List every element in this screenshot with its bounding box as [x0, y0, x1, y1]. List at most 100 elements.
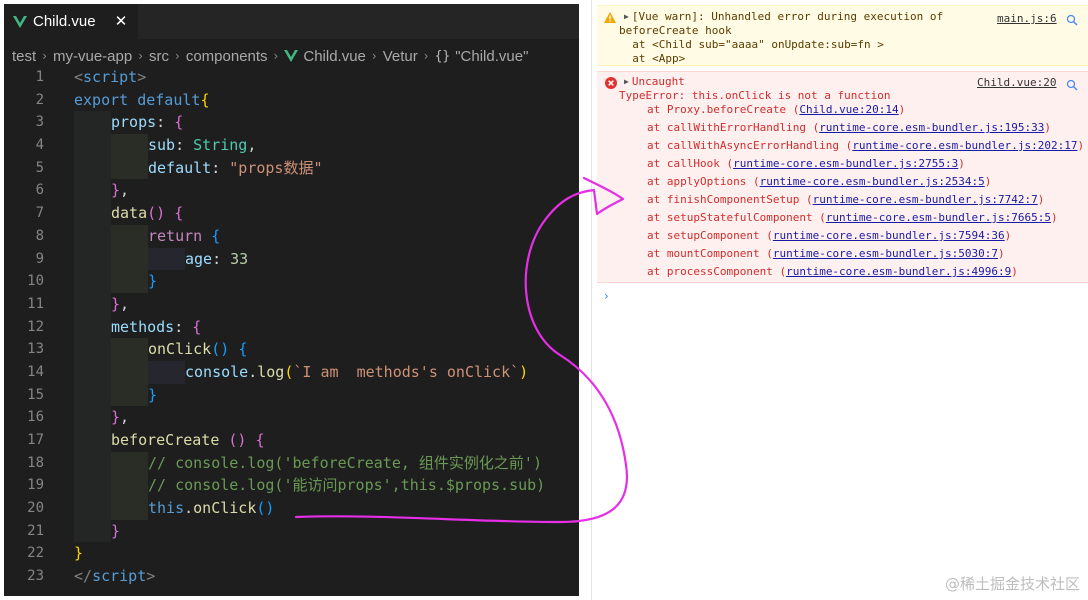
- code-line[interactable]: 11},: [4, 292, 579, 316]
- code-line[interactable]: 18 // console.log('beforeCreate, 组件实例化之前'…: [4, 451, 579, 475]
- stack-frame-link[interactable]: runtime-core.esm-bundler.js:202:17: [852, 139, 1077, 152]
- code-line[interactable]: 7 data() {: [4, 202, 579, 225]
- code-line[interactable]: 4 sub: String,: [4, 134, 579, 157]
- code-token: {: [200, 90, 210, 109]
- code-line[interactable]: 23 </script>: [4, 565, 579, 588]
- close-icon[interactable]: ✕: [111, 11, 131, 31]
- watermark: @稀土掘金技术社区: [944, 575, 1080, 593]
- code-area[interactable]: 1 <script> 2 export default{3 props: {4 sub: …: [4, 66, 579, 588]
- indent-guide: [74, 474, 111, 498]
- code-token: </: [74, 567, 93, 586]
- stack-frame: at processComponent (runtime-core.esm-bu…: [647, 265, 1018, 279]
- code-line[interactable]: 6},: [4, 179, 579, 203]
- indent-guide: [74, 497, 111, 520]
- code-token: props: [111, 113, 157, 132]
- code-line[interactable]: 8 return {: [4, 224, 579, 248]
- breadcrumb-item[interactable]: Child.vue: [303, 48, 366, 65]
- breadcrumb-item[interactable]: Vetur: [383, 48, 418, 65]
- warning-line-2: beforeCreate hook: [619, 24, 732, 37]
- indent-guide: [111, 360, 148, 384]
- stack-frame-link[interactable]: runtime-core.esm-bundler.js:7742:7: [813, 193, 1038, 206]
- code-text: <script>: [74, 66, 146, 89]
- code-line[interactable]: 5 default: "props数据": [4, 156, 579, 180]
- console-prompt[interactable]: ›: [604, 289, 609, 303]
- code-token: log: [257, 362, 285, 381]
- code-token: data: [111, 204, 148, 223]
- code-line[interactable]: 10}: [4, 270, 579, 293]
- code-line[interactable]: 20 this.onClick(): [4, 497, 579, 520]
- indent-guide: [111, 338, 148, 361]
- code-line[interactable]: 12 methods: {: [4, 315, 579, 339]
- code-line[interactable]: 17 beforeCreate () {: [4, 429, 579, 452]
- tab-label: Child.vue: [33, 13, 96, 30]
- indent-guide: [74, 224, 111, 248]
- warning-source-link[interactable]: main.js:6: [997, 12, 1057, 26]
- code-line[interactable]: 9 age: 33: [4, 247, 579, 271]
- line-number: 3: [35, 114, 44, 131]
- stack-frame-paren: ): [1077, 139, 1085, 152]
- code-line[interactable]: 16},: [4, 406, 579, 429]
- code-token: "props数据": [229, 158, 323, 177]
- symbol-braces-icon: {}: [434, 48, 451, 64]
- chevron-right-icon: ›: [42, 49, 47, 63]
- breadcrumb-item[interactable]: test: [12, 48, 36, 65]
- expand-triangle-icon[interactable]: ▶: [624, 12, 629, 21]
- stack-frame-paren: ): [998, 247, 1005, 260]
- code-line[interactable]: 1 <script>: [4, 66, 579, 89]
- indent-guide: [111, 247, 148, 271]
- stack-frame-link[interactable]: runtime-core.esm-bundler.js:2755:3: [733, 157, 958, 170]
- stack-frame-function: at mountComponent (: [647, 247, 773, 260]
- stack-frame-link[interactable]: runtime-core.esm-bundler.js:5030:7: [773, 247, 998, 260]
- code-line[interactable]: 14 console.log(`I am methods's onClick`): [4, 360, 579, 384]
- indent-guide: [74, 270, 111, 293]
- code-token: ,: [120, 294, 130, 313]
- indent-guide: [74, 429, 111, 452]
- code-text: this.onClick(): [148, 497, 274, 520]
- code-token: .: [184, 499, 194, 518]
- code-token: ,: [120, 408, 130, 427]
- search-icon[interactable]: [1066, 79, 1078, 91]
- devtools-console[interactable]: ▶ [Vue warn]: Unhandled error during exec…: [591, 0, 1088, 600]
- code-token: sub: [148, 136, 176, 155]
- code-line[interactable]: 19 // console.log('能访问props',this.$props.…: [4, 474, 579, 498]
- breadcrumb-item[interactable]: components: [186, 48, 268, 65]
- indent-guide: [111, 383, 148, 407]
- stack-frame-link[interactable]: runtime-core.esm-bundler.js:7665:5: [826, 211, 1051, 224]
- tab-child-vue[interactable]: Child.vue ✕: [4, 4, 138, 39]
- code-line[interactable]: 15}: [4, 383, 579, 407]
- indent-guide: [74, 156, 111, 180]
- stack-frame-link[interactable]: runtime-core.esm-bundler.js:195:33: [819, 121, 1044, 134]
- stack-frame-paren: ): [984, 175, 992, 188]
- code-editor[interactable]: Child.vue ✕ test › my-vue-app › src › componen…: [4, 4, 579, 596]
- error-source-link[interactable]: Child.vue:20: [977, 76, 1056, 90]
- line-number: 22: [27, 545, 44, 562]
- line-number: 4: [35, 137, 44, 154]
- stack-frame-function: at setupStatefulComponent (: [647, 211, 826, 224]
- stack-frame-link[interactable]: runtime-core.esm-bundler.js:7594:36: [773, 229, 1005, 242]
- breadcrumb-item[interactable]: my-vue-app: [53, 48, 132, 65]
- stack-frame-link[interactable]: runtime-core.esm-bundler.js:2534:5: [760, 175, 985, 188]
- code-line[interactable]: 13 onClick() {: [4, 338, 579, 361]
- code-text: beforeCreate () {: [111, 429, 265, 452]
- code-token: }: [111, 181, 121, 200]
- stack-frame: at setupComponent (runtime-core.esm-bund…: [647, 229, 1011, 243]
- stack-frame-link[interactable]: Child.vue:20:14: [799, 103, 898, 116]
- code-text: console.log(`I am methods's onClick`): [185, 361, 528, 384]
- stack-frame-link[interactable]: runtime-core.esm-bundler.js:4996:9: [786, 265, 1011, 278]
- search-icon[interactable]: [1066, 14, 1078, 26]
- code-line[interactable]: 2 export default{: [4, 89, 579, 112]
- indent-guide: [74, 111, 111, 135]
- code-line[interactable]: 3 props: {: [4, 111, 579, 135]
- code-line[interactable]: 21}: [4, 519, 579, 543]
- code-token: script: [92, 567, 147, 586]
- breadcrumb-item[interactable]: "Child.vue": [455, 48, 528, 65]
- stack-frame-paren: ): [1037, 193, 1045, 206]
- warning-line-1: [Vue warn]: Unhandled error during execu…: [631, 10, 944, 23]
- code-text: },: [111, 293, 129, 316]
- code-line[interactable]: 22}: [4, 542, 579, 565]
- expand-triangle-icon[interactable]: ▶: [624, 77, 629, 86]
- indent-guide: [74, 406, 111, 429]
- breadcrumb-item[interactable]: src: [149, 48, 169, 65]
- code-token: export: [74, 90, 129, 109]
